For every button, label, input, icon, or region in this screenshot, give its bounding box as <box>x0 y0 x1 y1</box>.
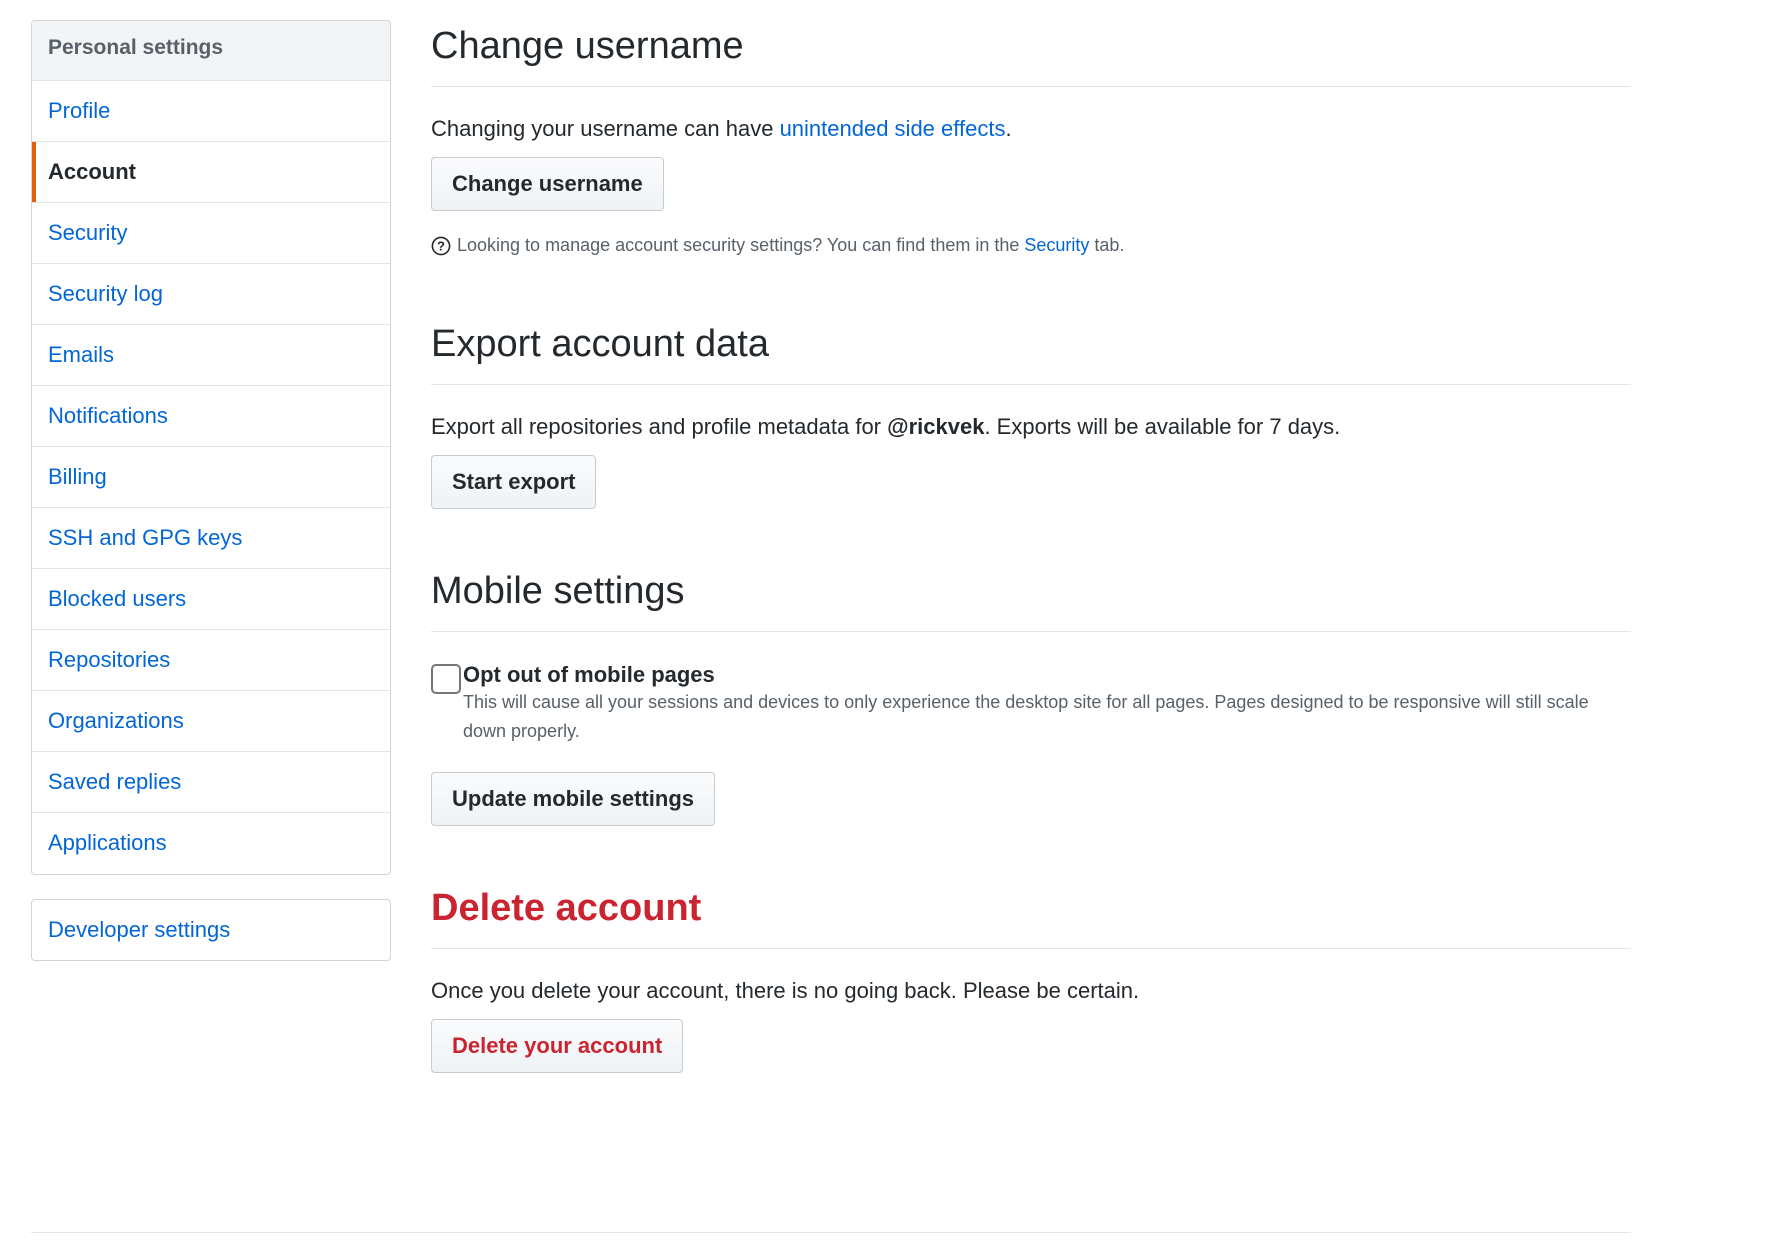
sidebar-item-notifications[interactable]: Notifications <box>32 386 390 447</box>
export-text-after: . Exports will be available for 7 days. <box>984 414 1341 439</box>
change-username-text-after: . <box>1005 116 1012 141</box>
sidebar-item-organizations[interactable]: Organizations <box>32 691 390 752</box>
account-settings-main: Change username Changing your username c… <box>431 0 1631 1073</box>
sidebar-item-blocked-users[interactable]: Blocked users <box>32 569 390 630</box>
opt-out-mobile-row: Opt out of mobile pages This will cause … <box>431 662 1631 746</box>
opt-out-mobile-text: Opt out of mobile pages This will cause … <box>461 662 1623 746</box>
start-export-button[interactable]: Start export <box>431 455 597 509</box>
delete-account-section: Delete account Once you delete your acco… <box>431 862 1631 1073</box>
sidebar-item-developer-settings[interactable]: Developer settings <box>32 900 390 960</box>
change-username-title: Change username <box>431 0 1631 87</box>
opt-out-mobile-description: This will cause all your sessions and de… <box>463 692 1589 741</box>
personal-settings-menu: Personal settings Profile Account Securi… <box>31 20 391 875</box>
settings-sidebar: Personal settings Profile Account Securi… <box>31 20 391 961</box>
sidebar-item-emails[interactable]: Emails <box>32 325 390 386</box>
footer-divider <box>31 1232 1631 1233</box>
export-title: Export account data <box>431 298 1631 385</box>
delete-account-button[interactable]: Delete your account <box>431 1019 684 1073</box>
change-username-section: Change username Changing your username c… <box>431 0 1631 256</box>
sidebar-item-ssh-gpg-keys[interactable]: SSH and GPG keys <box>32 508 390 569</box>
opt-out-mobile-label[interactable]: Opt out of mobile pages <box>463 662 1623 688</box>
update-mobile-settings-button[interactable]: Update mobile settings <box>431 772 716 826</box>
sidebar-item-security[interactable]: Security <box>32 203 390 264</box>
sidebar-item-repositories[interactable]: Repositories <box>32 630 390 691</box>
change-username-button[interactable]: Change username <box>431 157 664 211</box>
sidebar-item-applications[interactable]: Applications <box>32 813 390 874</box>
unintended-side-effects-link[interactable]: unintended side effects <box>780 116 1006 141</box>
delete-account-title: Delete account <box>431 862 1631 949</box>
export-text-before: Export all repositories and profile meta… <box>431 414 888 439</box>
mobile-settings-section: Mobile settings Opt out of mobile pages … <box>431 545 1631 826</box>
change-username-text-before: Changing your username can have <box>431 116 780 141</box>
sidebar-item-security-log[interactable]: Security log <box>32 264 390 325</box>
opt-out-mobile-checkbox[interactable] <box>431 664 461 694</box>
mobile-settings-title: Mobile settings <box>431 545 1631 632</box>
sidebar-item-account[interactable]: Account <box>32 142 390 203</box>
security-tab-link[interactable]: Security <box>1024 235 1089 256</box>
sidebar-item-profile[interactable]: Profile <box>32 81 390 142</box>
sidebar-item-billing[interactable]: Billing <box>32 447 390 508</box>
change-username-text: Changing your username can have unintend… <box>431 115 1631 143</box>
menu-heading: Personal settings <box>32 21 390 81</box>
delete-account-text: Once you delete your account, there is n… <box>431 978 1140 1003</box>
sidebar-item-saved-replies[interactable]: Saved replies <box>32 752 390 813</box>
developer-settings-menu: Developer settings <box>31 899 391 961</box>
svg-text:?: ? <box>437 238 445 253</box>
export-username: @rickvek <box>887 414 985 439</box>
security-note-tail: tab. <box>1094 235 1125 255</box>
question-icon: ? <box>431 236 451 255</box>
export-text: Export all repositories and profile meta… <box>431 413 1631 441</box>
security-note-text: Looking to manage account security setti… <box>457 235 1020 255</box>
export-section: Export account data Export all repositor… <box>431 298 1631 509</box>
security-note: ? Looking to manage account security set… <box>431 235 1631 256</box>
